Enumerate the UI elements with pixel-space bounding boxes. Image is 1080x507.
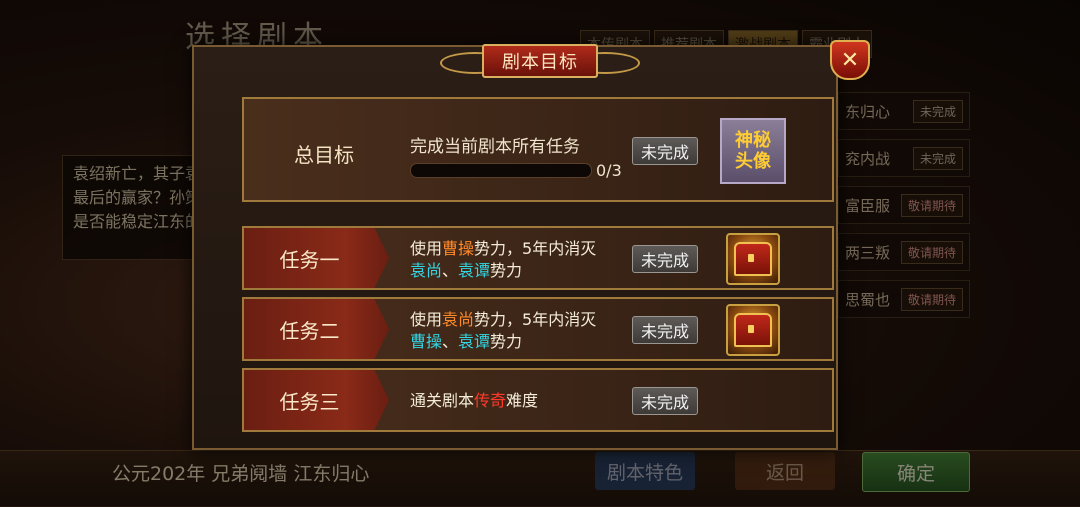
task-text: 、 xyxy=(442,332,459,351)
faction-name: 袁谭 xyxy=(458,261,491,280)
total-goal-label: 总目标 xyxy=(294,143,354,167)
reward-text-line: 神秘 xyxy=(735,130,771,151)
treasure-chest-icon[interactable] xyxy=(726,233,780,285)
task-row: 任务三 通关剧本传奇难度 未完成 xyxy=(242,368,834,432)
task-status: 未完成 xyxy=(632,245,698,273)
task-label: 任务三 xyxy=(279,389,340,414)
task-label-tag: 任务一 xyxy=(244,228,389,288)
task-description: 使用袁尚势力，5年内消灭 曹操、袁谭势力 xyxy=(410,309,596,353)
task-label: 任务一 xyxy=(279,247,340,272)
task-text: 难度 xyxy=(506,391,539,410)
task-text: 通关剧本 xyxy=(410,391,475,410)
task-text: 势力，5年内消灭 xyxy=(474,310,597,329)
chest-graphic xyxy=(734,313,772,347)
task-description: 通关剧本传奇难度 xyxy=(410,390,538,412)
task-description: 使用曹操势力，5年内消灭 袁尚、袁谭势力 xyxy=(410,238,596,282)
task-text: 使用 xyxy=(410,310,443,329)
total-goal-progress-text: 0/3 xyxy=(596,161,622,180)
close-button[interactable]: ✕ xyxy=(830,40,870,80)
treasure-chest-icon[interactable] xyxy=(726,304,780,356)
faction-name: 袁谭 xyxy=(458,332,491,351)
total-goal-description: 完成当前剧本所有任务 xyxy=(410,137,580,157)
difficulty-name: 传奇 xyxy=(474,391,507,410)
chest-graphic xyxy=(734,242,772,276)
total-goal-progress-bar xyxy=(410,163,592,178)
total-goal-panel: 总目标 完成当前剧本所有任务 0/3 未完成 神秘 头像 xyxy=(242,97,834,202)
faction-name: 袁尚 xyxy=(410,261,443,280)
task-text: 势力，5年内消灭 xyxy=(474,239,597,258)
faction-name: 曹操 xyxy=(442,239,475,258)
close-x-icon: ✕ xyxy=(840,47,860,73)
modal-title-plate: 剧本目标 xyxy=(440,42,640,82)
task-status: 未完成 xyxy=(632,316,698,344)
total-goal-status: 未完成 xyxy=(632,137,698,165)
task-text: 、 xyxy=(442,261,459,280)
reward-text-line: 头像 xyxy=(735,151,771,172)
task-text: 势力 xyxy=(490,332,523,351)
task-label: 任务二 xyxy=(279,318,340,343)
task-label-tag: 任务三 xyxy=(244,370,389,430)
task-row: 任务二 使用袁尚势力，5年内消灭 曹操、袁谭势力 未完成 xyxy=(242,297,834,361)
faction-name: 袁尚 xyxy=(442,310,475,329)
task-text: 使用 xyxy=(410,239,443,258)
faction-name: 曹操 xyxy=(410,332,443,351)
modal-title: 剧本目标 xyxy=(482,44,598,78)
task-label-tag: 任务二 xyxy=(244,299,389,359)
task-row: 任务一 使用曹操势力，5年内消灭 袁尚、袁谭势力 未完成 xyxy=(242,226,834,290)
task-text: 势力 xyxy=(490,261,523,280)
task-status: 未完成 xyxy=(632,387,698,415)
mystery-avatar-reward[interactable]: 神秘 头像 xyxy=(720,118,786,184)
